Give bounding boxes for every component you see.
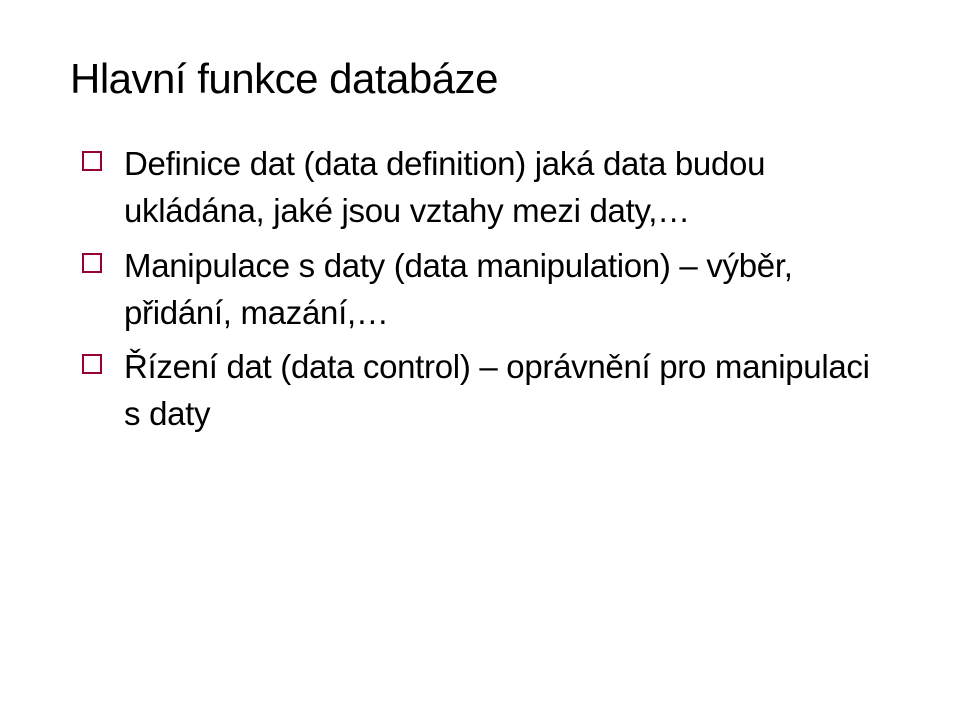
- list-item: Definice dat (data definition) jaká data…: [82, 141, 890, 235]
- square-bullet-icon: [82, 253, 102, 273]
- slide-title: Hlavní funkce databáze: [70, 55, 890, 103]
- bullet-text: Řízení dat (data control) – oprávnění pr…: [124, 344, 890, 438]
- square-bullet-icon: [82, 354, 102, 374]
- bullet-list: Definice dat (data definition) jaká data…: [70, 141, 890, 438]
- list-item: Řízení dat (data control) – oprávnění pr…: [82, 344, 890, 438]
- square-bullet-icon: [82, 151, 102, 171]
- list-item: Manipulace s daty (data manipulation) – …: [82, 243, 890, 337]
- bullet-text: Manipulace s daty (data manipulation) – …: [124, 243, 890, 337]
- bullet-text: Definice dat (data definition) jaká data…: [124, 141, 890, 235]
